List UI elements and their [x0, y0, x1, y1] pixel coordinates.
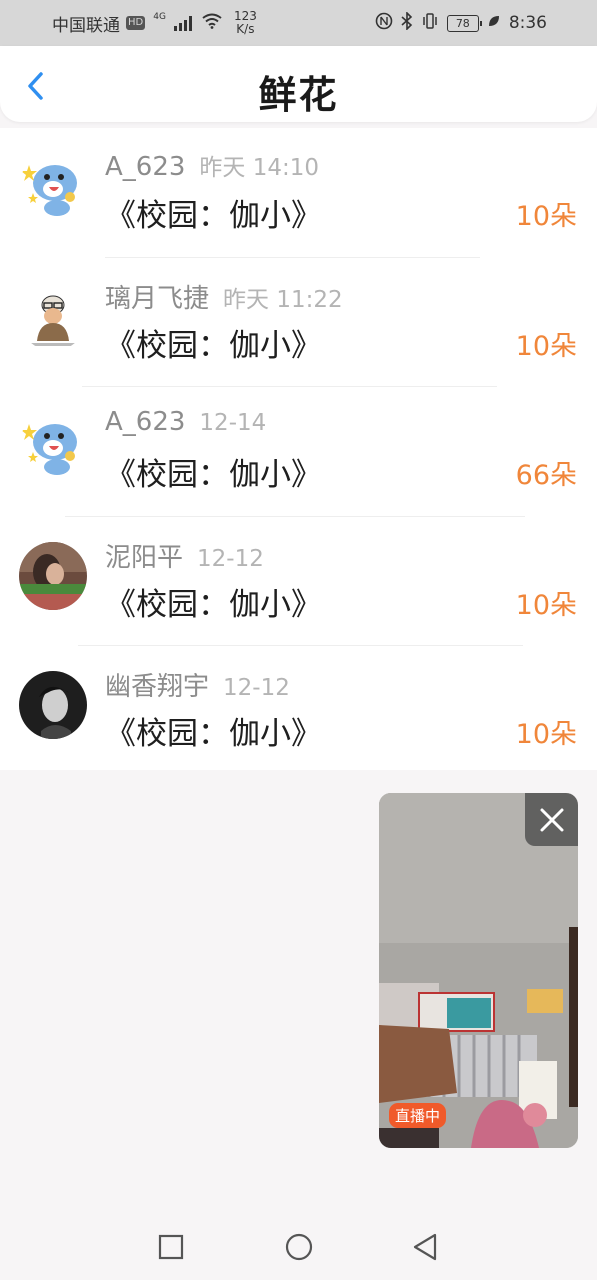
live-preview-window[interactable]: 直播中 — [379, 793, 578, 1148]
gift-amount: 66朵 — [515, 460, 577, 491]
header: 鲜花 — [0, 46, 597, 122]
cartoon-bird-avatar[interactable] — [19, 412, 87, 480]
battery-icon: 78 — [446, 14, 482, 32]
gift-amount: 10朵 — [515, 589, 577, 621]
user-name[interactable]: 幽香翔宇 12-12 — [105, 666, 290, 703]
carrier-label: 中国联通 — [52, 15, 120, 36]
gift-list: A_623 昨天 14:10 《校园：伽小》 10朵 璃月飞捷 昨天 11:22 《… — [0, 128, 597, 770]
photo-avatar[interactable] — [19, 541, 87, 610]
gift-time: 昨天 14:10 — [199, 155, 320, 181]
gift-time: 12-14 — [199, 410, 267, 436]
user-name[interactable]: 泥阳平 12-12 — [105, 537, 264, 574]
close-icon — [540, 808, 563, 831]
list-item[interactable]: 泥阳平 12-12 《校园：伽小》 10朵 — [0, 517, 597, 646]
wifi-icon — [202, 13, 222, 33]
user-name[interactable]: A_623 昨天 14:10 — [105, 148, 319, 182]
gift-amount: 10朵 — [515, 201, 577, 232]
gift-title: 《校园：伽小》 — [105, 716, 322, 752]
user-name[interactable]: A_623 12-14 — [105, 407, 266, 437]
bluetooth-icon — [401, 11, 413, 34]
clock: 8:36 — [508, 13, 547, 33]
gift-title: 《校园：伽小》 — [105, 586, 322, 623]
meme-man-avatar[interactable] — [19, 282, 87, 351]
gift-time: 12-12 — [197, 545, 264, 572]
user-name-text: A_623 — [105, 152, 186, 182]
gift-title: 《校园：伽小》 — [105, 457, 322, 493]
portrait-avatar[interactable] — [19, 671, 87, 739]
nfc-icon — [375, 12, 393, 34]
system-nav-bar — [0, 1212, 597, 1280]
network-type: 4G — [153, 12, 166, 22]
list-item[interactable]: 幽香翔宇 12-12 《校园：伽小》 10朵 — [0, 646, 597, 776]
list-item[interactable]: A_623 12-14 《校园：伽小》 66朵 — [0, 387, 597, 517]
home-button[interactable] — [282, 1230, 316, 1264]
status-bar: 中国联通 HD 4G 123 K/s 78 8:36 — [0, 0, 597, 46]
gift-time: 12-12 — [223, 675, 290, 701]
user-name[interactable]: 璃月飞捷 昨天 11:22 — [105, 278, 343, 315]
gift-amount: 10朵 — [515, 719, 577, 750]
live-badge: 直播中 — [389, 1103, 447, 1128]
gift-title: 《校园：伽小》 — [105, 198, 322, 234]
home-icon — [285, 1233, 313, 1261]
list-item[interactable]: A_623 昨天 14:10 《校园：伽小》 10朵 — [0, 128, 597, 258]
list-item[interactable]: 璃月飞捷 昨天 11:22 《校园：伽小》 10朵 — [0, 258, 597, 387]
user-name-text: 泥阳平 — [105, 542, 184, 573]
back-icon — [413, 1233, 437, 1261]
user-name-text: A_623 — [105, 407, 186, 437]
user-name-text: 幽香翔宇 — [105, 672, 210, 702]
network-speed: 123 K/s — [234, 10, 257, 36]
speed-unit: K/s — [236, 22, 255, 36]
user-name-text: 璃月飞捷 — [105, 283, 210, 314]
close-button[interactable] — [525, 793, 578, 846]
live-video-frame — [379, 793, 578, 1148]
gift-amount: 10朵 — [515, 330, 577, 362]
vibrate-icon — [421, 13, 439, 33]
back-nav-button[interactable] — [408, 1230, 442, 1264]
gift-title: 《校园：伽小》 — [105, 327, 322, 364]
recent-apps-button[interactable] — [154, 1230, 188, 1264]
gift-time: 昨天 11:22 — [223, 286, 343, 313]
hd-badge: HD — [126, 16, 146, 30]
recent-apps-icon — [158, 1234, 184, 1260]
page-title: 鲜花 — [258, 73, 339, 117]
signal-icon — [173, 15, 192, 31]
cartoon-bird-avatar[interactable] — [19, 153, 87, 221]
leaf-icon — [487, 14, 501, 32]
